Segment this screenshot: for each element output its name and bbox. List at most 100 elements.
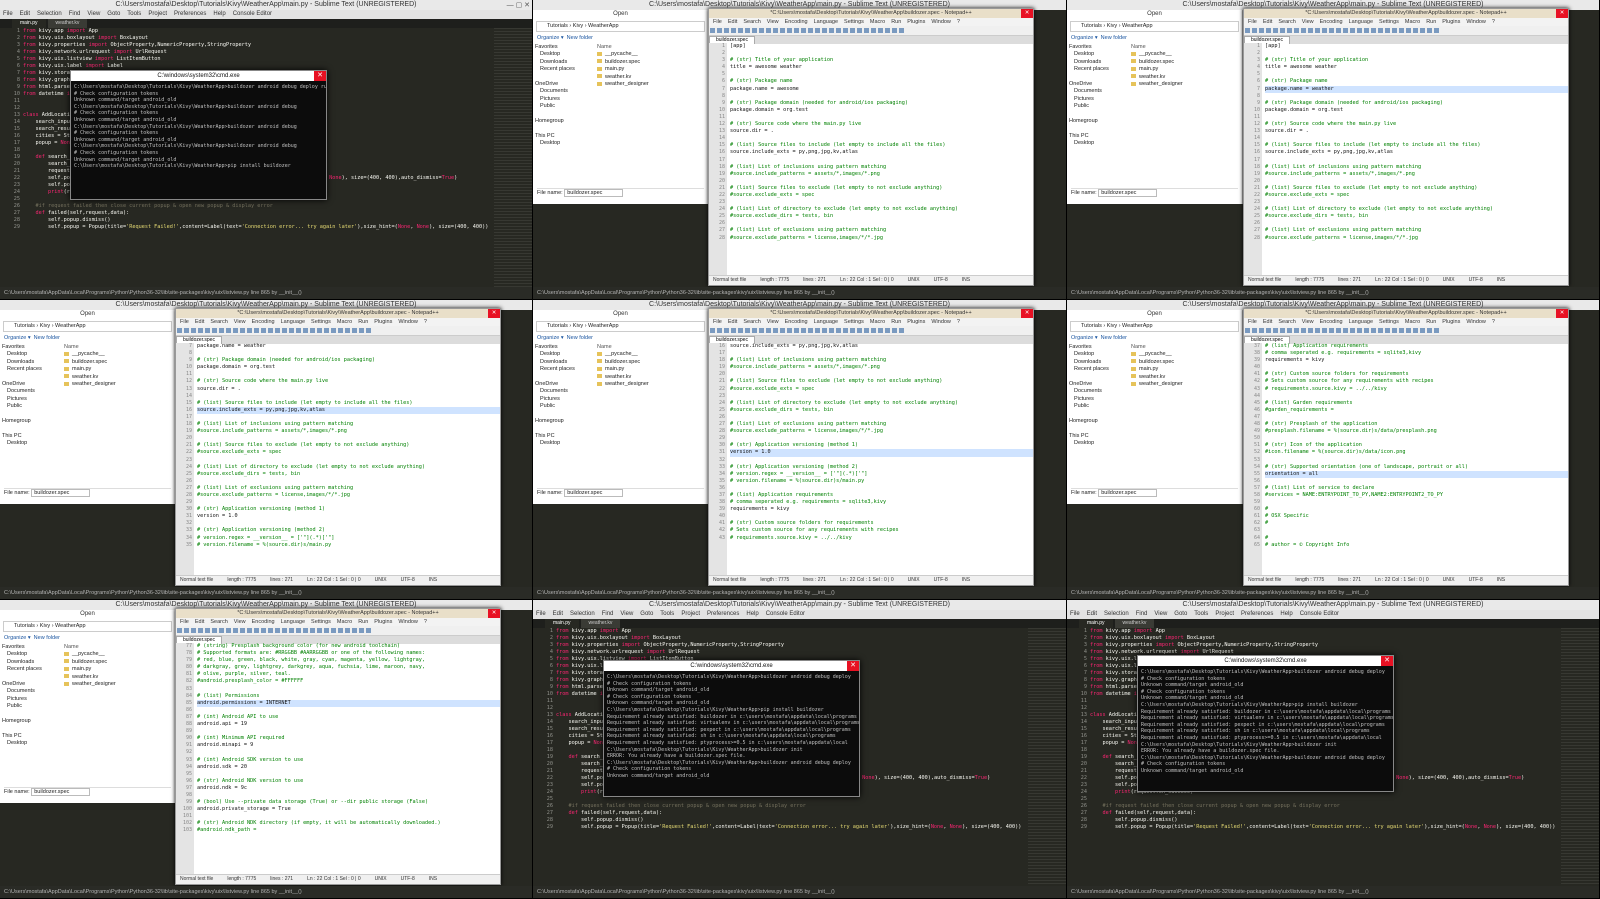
- address-bar[interactable]: Tutorials › Kivy › WeatherApp: [3, 621, 172, 632]
- filename-input[interactable]: buildozer.spec: [564, 489, 624, 497]
- file-item[interactable]: weather_designer: [597, 381, 706, 388]
- nav-item[interactable]: This PC: [2, 733, 60, 740]
- npp-editor[interactable]: 7 8 9 10 11 12 13 14 15 16 17 18 19 20 2…: [176, 343, 500, 576]
- toolbar-icon[interactable]: [1357, 28, 1362, 33]
- toolbar-icon[interactable]: [247, 328, 252, 333]
- menu-item[interactable]: Find: [1136, 611, 1148, 617]
- column-header-name[interactable]: Name: [597, 344, 706, 351]
- open-dialog[interactable]: Open Tutorials › Kivy › WeatherApp Organiz…: [533, 310, 709, 504]
- npp-menu-item[interactable]: Window: [1466, 19, 1486, 25]
- toolbar-icon[interactable]: [296, 628, 301, 633]
- toolbar-icon[interactable]: [317, 328, 322, 333]
- toolbar-icon[interactable]: [1399, 28, 1404, 33]
- close-icon[interactable]: ✕: [847, 661, 859, 671]
- toolbar-icon[interactable]: [1287, 28, 1292, 33]
- npp-menu-item[interactable]: Window: [931, 319, 951, 325]
- nav-item[interactable]: Documents: [2, 688, 60, 695]
- npp-menu-item[interactable]: Edit: [1263, 19, 1272, 25]
- nav-item[interactable]: Desktop: [2, 351, 60, 358]
- npp-menu-item[interactable]: Plugins: [374, 319, 392, 325]
- toolbar-icon[interactable]: [899, 28, 904, 33]
- toolbar-icon[interactable]: [780, 328, 785, 333]
- file-item[interactable]: main.py: [64, 366, 173, 373]
- address-bar[interactable]: Tutorials › Kivy › WeatherApp: [3, 321, 172, 332]
- nav-item[interactable]: This PC: [535, 133, 593, 140]
- close-icon[interactable]: ✕: [488, 609, 500, 618]
- toolbar-icon[interactable]: [177, 328, 182, 333]
- menu-item[interactable]: Goto: [107, 11, 120, 17]
- nav-item[interactable]: Favorites: [535, 344, 593, 351]
- npp-menu-item[interactable]: Language: [814, 19, 838, 25]
- toolbar-icon[interactable]: [233, 628, 238, 633]
- toolbar-icon[interactable]: [885, 28, 890, 33]
- nav-item[interactable]: Documents: [535, 88, 593, 95]
- menu-item[interactable]: View: [87, 11, 100, 17]
- toolbar-icon[interactable]: [1406, 28, 1411, 33]
- file-item[interactable]: weather.kv: [597, 74, 706, 81]
- npp-menu-item[interactable]: Encoding: [252, 319, 275, 325]
- file-item[interactable]: weather_designer: [64, 681, 173, 688]
- toolbar-icon[interactable]: [282, 328, 287, 333]
- npp-menu-item[interactable]: Encoding: [252, 619, 275, 625]
- toolbar-icon[interactable]: [766, 28, 771, 33]
- menu-item[interactable]: Goto: [640, 611, 653, 617]
- open-dialog[interactable]: Open Tutorials › Kivy › WeatherApp Organiz…: [533, 10, 709, 204]
- toolbar-icon[interactable]: [1357, 328, 1362, 333]
- address-bar[interactable]: Tutorials › Kivy › WeatherApp: [536, 321, 705, 332]
- npp-menu-item[interactable]: Macro: [870, 19, 885, 25]
- cmd-window[interactable]: C:\windows\system32\cmd.exe ✕ C:\Users\mos…: [603, 660, 860, 797]
- toolbar-icon[interactable]: [1343, 328, 1348, 333]
- file-item[interactable]: __pycache__: [597, 51, 706, 58]
- nav-item[interactable]: Recent places: [535, 66, 593, 73]
- nav-item[interactable]: Desktop: [535, 351, 593, 358]
- toolbar-icon[interactable]: [773, 28, 778, 33]
- toolbar-icon[interactable]: [226, 328, 231, 333]
- menu-item[interactable]: Tools: [127, 11, 141, 17]
- toolbar-icon[interactable]: [780, 28, 785, 33]
- npp-text-area[interactable]: # (list) Application requirements # comma…: [1262, 343, 1568, 576]
- menu-item[interactable]: Console Editor: [1300, 611, 1339, 617]
- menu-item[interactable]: Project: [148, 11, 167, 17]
- toolbar-icon[interactable]: [850, 328, 855, 333]
- npp-editor[interactable]: 1 2 3 4 5 6 7 8 9 10 11 12 13 14 15 16 1…: [709, 43, 1033, 276]
- tab-weather-kv[interactable]: weather.kv: [580, 619, 621, 628]
- organize-button[interactable]: Organize ▾: [1071, 35, 1098, 41]
- npp-menu-item[interactable]: Encoding: [785, 19, 808, 25]
- file-item[interactable]: __pycache__: [1131, 351, 1240, 358]
- toolbar-icon[interactable]: [759, 28, 764, 33]
- npp-menu-item[interactable]: Search: [743, 19, 760, 25]
- toolbar-icon[interactable]: [1245, 28, 1250, 33]
- toolbar-icon[interactable]: [1378, 328, 1383, 333]
- toolbar-icon[interactable]: [366, 328, 371, 333]
- menu-item[interactable]: Selection: [570, 611, 595, 617]
- new-folder-button[interactable]: New folder: [567, 335, 593, 341]
- npp-menu-item[interactable]: View: [767, 319, 779, 325]
- npp-menu-item[interactable]: Run: [891, 19, 901, 25]
- toolbar-icon[interactable]: [331, 328, 336, 333]
- nav-item[interactable]: Recent places: [2, 666, 60, 673]
- toolbar-icon[interactable]: [366, 628, 371, 633]
- npp-menu-item[interactable]: View: [1302, 319, 1314, 325]
- nav-item[interactable]: Desktop: [1069, 440, 1127, 447]
- nav-item[interactable]: Downloads: [535, 359, 593, 366]
- npp-menu-item[interactable]: ?: [424, 619, 427, 625]
- menu-item[interactable]: Selection: [37, 11, 62, 17]
- toolbar-icon[interactable]: [745, 28, 750, 33]
- toolbar-icon[interactable]: [1315, 28, 1320, 33]
- filename-input[interactable]: buildozer.spec: [1098, 189, 1158, 197]
- file-item[interactable]: __pycache__: [64, 651, 173, 658]
- nav-item[interactable]: Homegroup: [2, 418, 60, 425]
- toolbar-icon[interactable]: [1266, 328, 1271, 333]
- toolbar-icon[interactable]: [1315, 328, 1320, 333]
- toolbar-icon[interactable]: [829, 28, 834, 33]
- toolbar-icon[interactable]: [1385, 328, 1390, 333]
- toolbar-icon[interactable]: [359, 328, 364, 333]
- nav-item[interactable]: Documents: [1069, 88, 1127, 95]
- toolbar-icon[interactable]: [836, 28, 841, 33]
- column-header-name[interactable]: Name: [1131, 44, 1240, 51]
- close-icon[interactable]: ✕: [1381, 656, 1393, 666]
- npp-menu-item[interactable]: ?: [957, 19, 960, 25]
- notepadpp-window[interactable]: *C:\Users\mostafa\Desktop\Tutorials\Kivy…: [708, 8, 1034, 286]
- open-dialog[interactable]: Open Tutorials › Kivy › WeatherApp Organiz…: [1067, 310, 1243, 504]
- npp-menu-item[interactable]: Plugins: [1442, 19, 1460, 25]
